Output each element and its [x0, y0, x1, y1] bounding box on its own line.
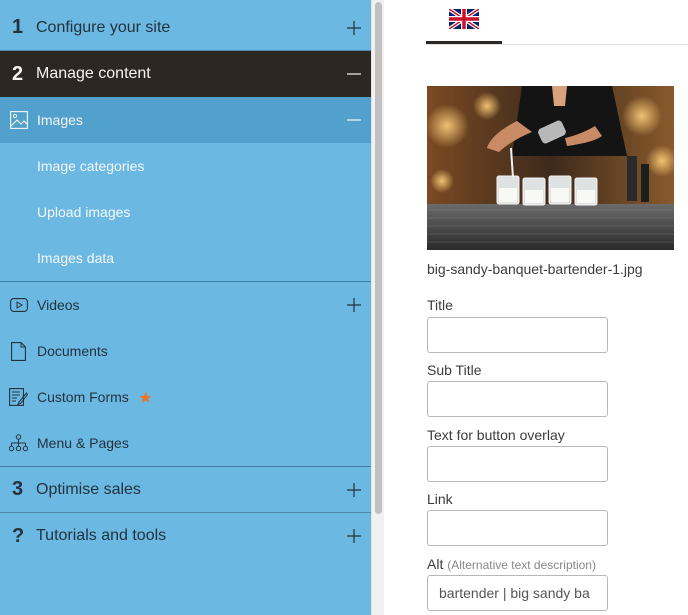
- image-filename: big-sandy-banquet-bartender-1.jpg: [427, 261, 643, 277]
- subtitle-label: Sub Title: [427, 362, 482, 378]
- tab-bar-border: [426, 44, 688, 45]
- sidebar-subitem-label: Image categories: [37, 158, 145, 174]
- sidebar-subitem-label: Upload images: [37, 204, 131, 220]
- alt-input[interactable]: [427, 575, 608, 611]
- scrollbar[interactable]: [371, 0, 384, 615]
- link-label: Link: [427, 491, 453, 507]
- sitemap-icon: [0, 434, 37, 452]
- sidebar-item-videos[interactable]: Videos: [0, 282, 371, 328]
- alt-label-text: Alt: [427, 556, 444, 572]
- section-label: Configure your site: [36, 18, 171, 36]
- sidebar-subitem-image-categories[interactable]: Image categories: [0, 143, 371, 189]
- tab-language-english[interactable]: [426, 6, 502, 45]
- title-input[interactable]: [427, 317, 608, 353]
- scrollbar-thumb[interactable]: [375, 2, 382, 514]
- section-number: ?: [12, 524, 25, 547]
- section-label: Optimise sales: [36, 480, 141, 498]
- link-input[interactable]: [427, 510, 608, 546]
- section-configure-your-site[interactable]: 1 Configure your site: [0, 5, 371, 51]
- alt-hint: (Alternative text description): [447, 558, 596, 572]
- section-number: 1: [12, 16, 24, 38]
- sidebar-item-label: Menu & Pages: [37, 435, 129, 451]
- sidebar-item-label: Images: [37, 112, 83, 128]
- video-icon: [0, 298, 37, 312]
- section-number: 3: [12, 478, 24, 500]
- sidebar-subitem-label: Images data: [37, 250, 115, 266]
- form-icon: [0, 388, 37, 406]
- title-label: Title: [427, 297, 453, 313]
- plus-icon[interactable]: [337, 20, 371, 35]
- plus-icon[interactable]: [337, 482, 371, 497]
- sidebar-nav: 1 Configure your site 2 Manage content I…: [0, 0, 371, 615]
- sidebar-item-label: Custom Forms: [37, 389, 129, 405]
- sidebar-item-menu-pages[interactable]: Menu & Pages: [0, 420, 371, 466]
- sidebar-item-images[interactable]: Images: [0, 97, 371, 143]
- subtitle-input[interactable]: [427, 381, 608, 417]
- sidebar-item-custom-forms[interactable]: Custom Forms: [0, 374, 371, 420]
- section-number: 2: [12, 62, 24, 85]
- section-optimise-sales[interactable]: 3 Optimise sales: [0, 467, 371, 513]
- button-overlay-label: Text for button overlay: [427, 427, 565, 443]
- minus-icon[interactable]: [337, 113, 371, 127]
- sidebar-item-documents[interactable]: Documents: [0, 328, 371, 374]
- sidebar-item-label: Videos: [37, 297, 80, 313]
- alt-label: Alt (Alternative text description): [427, 556, 596, 572]
- star-icon: [139, 391, 152, 404]
- section-label: Tutorials and tools: [36, 527, 167, 544]
- button-overlay-input[interactable]: [427, 446, 608, 482]
- plus-icon[interactable]: [337, 529, 371, 543]
- document-icon: [0, 341, 37, 361]
- plus-icon[interactable]: [337, 298, 371, 312]
- section-tutorials-and-tools[interactable]: ? Tutorials and tools: [0, 513, 371, 559]
- uk-flag-icon: [447, 7, 481, 34]
- image-preview: [427, 86, 674, 250]
- minus-icon[interactable]: [337, 67, 371, 81]
- sidebar-subitem-upload-images[interactable]: Upload images: [0, 189, 371, 235]
- section-label: Manage content: [36, 65, 151, 82]
- sidebar-item-label: Documents: [37, 343, 108, 359]
- sidebar-subitem-images-data[interactable]: Images data: [0, 235, 371, 281]
- section-manage-content[interactable]: 2 Manage content: [0, 51, 371, 97]
- image-icon: [0, 111, 37, 129]
